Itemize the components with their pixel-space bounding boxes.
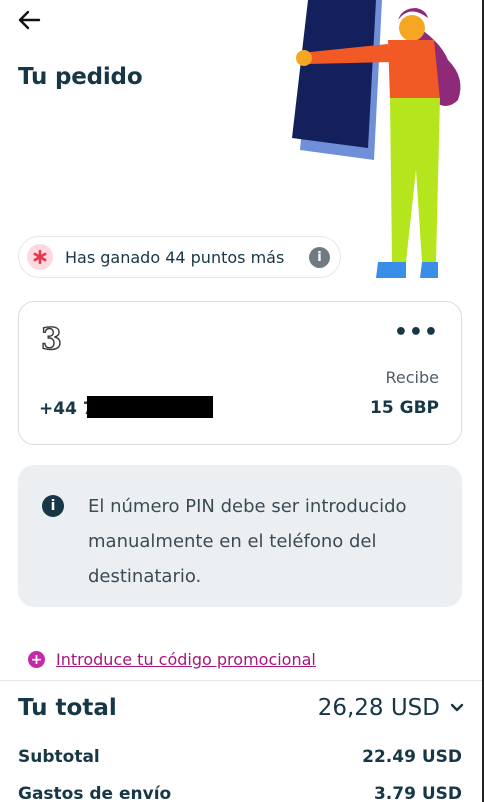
operator-logo: 3 <box>40 321 62 357</box>
more-options-button[interactable]: ••• <box>394 320 439 345</box>
total-value: 26,28 USD <box>317 695 440 721</box>
shipping-row: Gastos de envío 3.79 USD <box>18 784 462 802</box>
info-icon: i <box>42 495 64 517</box>
promo-code-link[interactable]: + Introduce tu código promocional <box>28 650 316 669</box>
subtotal-label: Subtotal <box>18 747 100 767</box>
points-earned-badge: Has ganado 44 puntos más i <box>18 236 341 278</box>
receive-amount: 15 GBP <box>370 398 439 418</box>
receive-label: Recibe <box>385 368 439 387</box>
info-icon[interactable]: i <box>309 246 330 268</box>
chevron-down-icon <box>450 703 464 712</box>
page-title: Tu pedido <box>18 64 143 90</box>
subtotal-row: Subtotal 22.49 USD <box>18 747 462 767</box>
redacted-phone-digits <box>87 396 213 418</box>
plus-circle-icon: + <box>28 651 45 668</box>
total-value-toggle[interactable]: 26,28 USD <box>318 695 464 721</box>
phone-illustration <box>292 0 382 160</box>
shipping-label: Gastos de envío <box>18 784 172 802</box>
star-burst-icon <box>27 244 53 270</box>
shipping-value: 3.79 USD <box>373 784 462 802</box>
arrow-left-icon <box>18 10 41 30</box>
total-label: Tu total <box>18 695 117 721</box>
back-button[interactable] <box>16 4 52 36</box>
points-earned-text: Has ganado 44 puntos más <box>65 247 285 267</box>
pin-notice-panel: i El número PIN debe ser introducido man… <box>18 465 462 607</box>
order-summary: Tu total 26,28 USD Subtotal 22.49 USD Ga… <box>0 680 484 802</box>
subtotal-value: 22.49 USD <box>362 747 462 767</box>
promo-code-label: Introduce tu código promocional <box>56 650 316 669</box>
recipient-card: 3 ••• Recibe +44 7 15 GBP <box>18 301 462 445</box>
pin-notice-text: El número PIN debe ser introducido manua… <box>88 496 407 587</box>
